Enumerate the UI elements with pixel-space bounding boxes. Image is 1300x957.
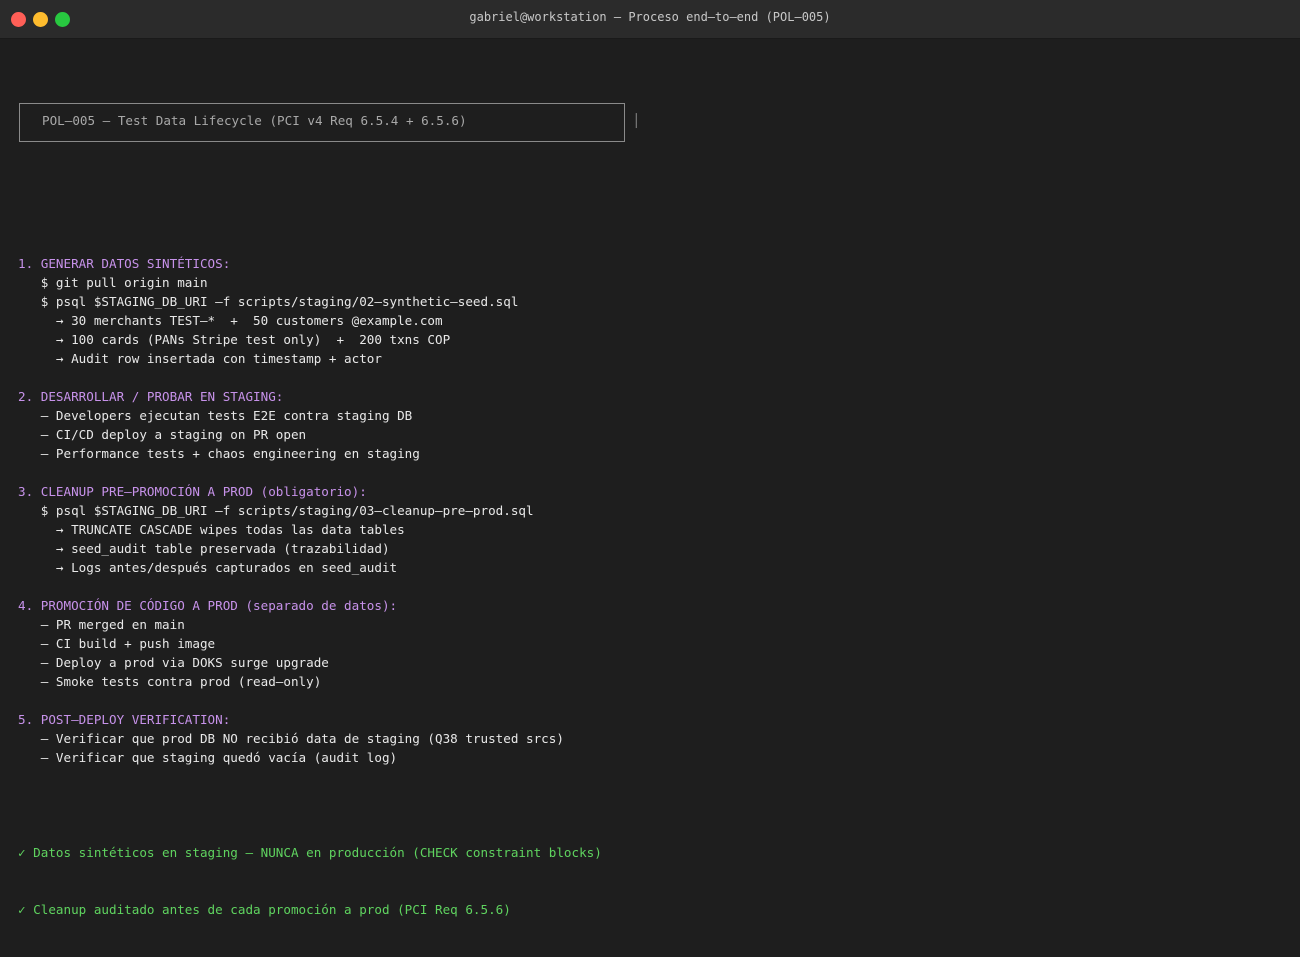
output-line: → Logs antes/después capturados en seed_… <box>18 560 398 575</box>
terminal-output[interactable]: POL–005 — Test Data Lifecycle (PCI v4 Re… <box>18 63 1290 917</box>
bullet-line: – Verificar que staging quedó vacía (aud… <box>18 750 398 765</box>
bullet-line: – CI build + push image <box>18 636 216 651</box>
output-line: → 30 merchants TEST–* + 50 customers @ex… <box>18 313 443 328</box>
bullet-line: – Deploy a prod via DOKS surge upgrade <box>18 655 329 670</box>
footer-check-1: ✓ Datos sintéticos en staging — NUNCA en… <box>18 845 602 860</box>
command-line: $ psql $STAGING_DB_URI –f scripts/stagin… <box>18 294 519 309</box>
title-bar: gabriel@workstation — Proceso end–to–end… <box>0 0 1300 39</box>
banner-box: POL–005 — Test Data Lifecycle (PCI v4 Re… <box>18 101 640 142</box>
banner-edge: │ <box>632 113 640 128</box>
banner-title: POL–005 — Test Data Lifecycle (PCI v4 Re… <box>42 113 467 128</box>
bullet-line: – Smoke tests contra prod (read–only) <box>18 674 322 689</box>
section-heading: 1. GENERAR DATOS SINTÉTICOS: <box>18 256 231 271</box>
sections: 1. GENERAR DATOS SINTÉTICOS: $ git pull … <box>18 254 1290 786</box>
bullet-line: – CI/CD deploy a staging on PR open <box>18 427 307 442</box>
window-title: gabriel@workstation — Proceso end–to–end… <box>469 10 831 24</box>
command-line: $ psql $STAGING_DB_URI –f scripts/stagin… <box>18 503 534 518</box>
output-line: → seed_audit table preservada (trazabili… <box>18 541 390 556</box>
bullet-line: – Verificar que prod DB NO recibió data … <box>18 731 564 746</box>
footer-check-2: ✓ Cleanup auditado antes de cada promoci… <box>18 902 511 917</box>
section-heading: 4. PROMOCIÓN DE CÓDIGO A PROD (separado … <box>18 598 398 613</box>
terminal-window: gabriel@workstation — Proceso end–to–end… <box>0 0 1300 917</box>
bullet-line: – Performance tests + chaos engineering … <box>18 446 420 461</box>
output-line: → 100 cards (PANs Stripe test only) + 20… <box>18 332 451 347</box>
command-line: $ git pull origin main <box>18 275 208 290</box>
section-heading: 2. DESARROLLAR / PROBAR EN STAGING: <box>18 389 284 404</box>
section-heading: 3. CLEANUP PRE–PROMOCIÓN A PROD (obligat… <box>18 484 367 499</box>
output-line: → TRUNCATE CASCADE wipes todas las data … <box>18 522 405 537</box>
output-line: → Audit row insertada con timestamp + ac… <box>18 351 382 366</box>
bullet-line: – PR merged en main <box>18 617 185 632</box>
bullet-line: – Developers ejecutan tests E2E contra s… <box>18 408 413 423</box>
